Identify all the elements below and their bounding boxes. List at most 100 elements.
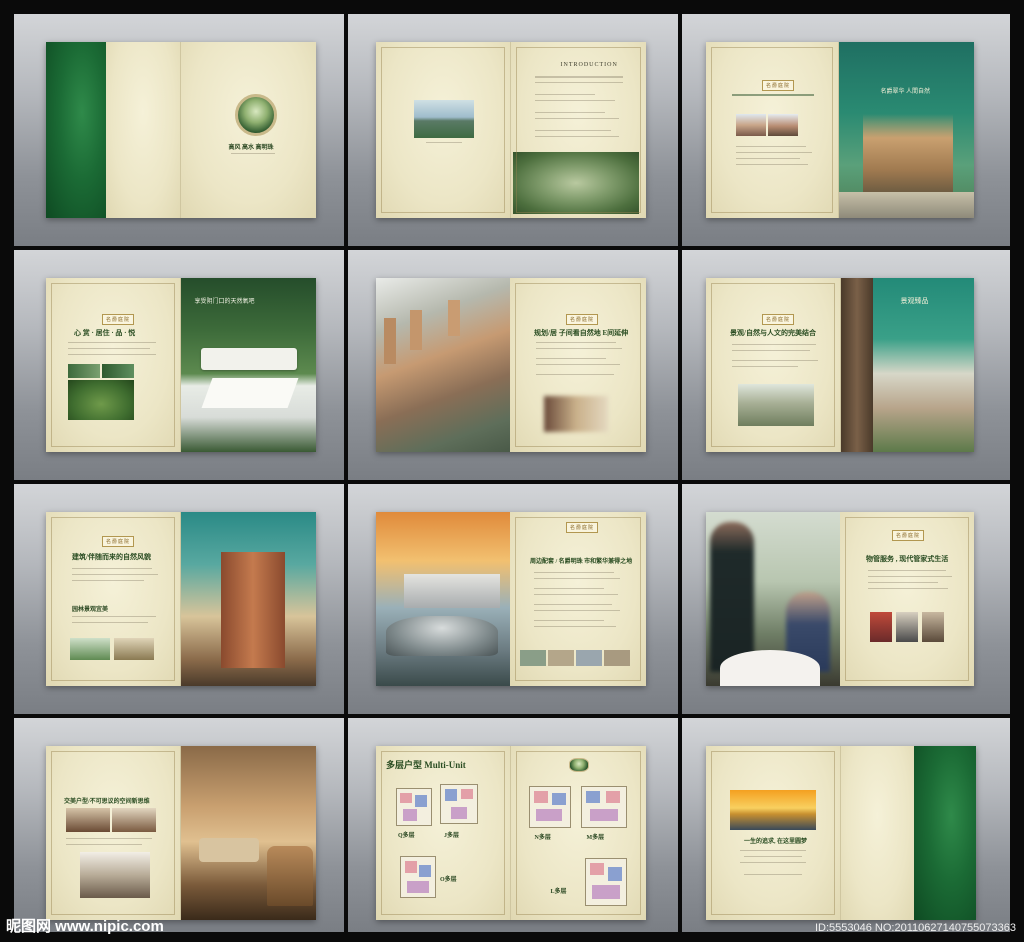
planning-line-1 — [536, 342, 616, 343]
service-badge: 名爵庭院 — [892, 530, 925, 541]
waiter-figure — [710, 522, 754, 672]
surroundings-line-5 — [534, 604, 612, 605]
intro-right-page: INTRODUCTION — [510, 42, 646, 218]
green-front-cover — [914, 746, 976, 920]
forest-room-page: 享受阴门口的天然氧吧 — [180, 278, 316, 452]
living-line-1 — [68, 342, 156, 343]
interior-heading: 交美户型/不可思议的空间新思维 — [64, 799, 150, 805]
forest-room-title: 享受阴门口的天然氧吧 — [194, 299, 255, 305]
entrance-heading-line — [732, 94, 814, 96]
white-sofa — [200, 348, 297, 370]
floorplans-right-page: N多层 M多层 L多层 — [510, 746, 646, 920]
floorplans-logo-icon — [568, 758, 589, 772]
dining-photo-page — [706, 512, 840, 686]
cell-interior: 交美户型/不可思议的空间新思维 — [14, 718, 344, 932]
lake-caption — [426, 142, 462, 143]
intro-heading: INTRODUCTION — [560, 62, 618, 68]
arch-thumb-2 — [114, 638, 154, 660]
townhouse-photo-1 — [736, 114, 766, 136]
cell-planning: 名爵庭院 规划/居 子间看自然地 E间延伸 — [348, 250, 678, 480]
cell-floorplans: 多层户型 Multi-Unit Q多层 J多层 O多层 N多层 M多层 L多层 — [348, 718, 678, 932]
surroundings-line-3 — [534, 588, 604, 589]
watermark-id: ID:5553046 NO:20110627140755073363 — [814, 922, 1016, 934]
floorplan-q — [396, 788, 432, 826]
surroundings-line-6 — [534, 610, 620, 611]
living-line-2 — [68, 348, 150, 349]
floorplan-j — [440, 784, 478, 824]
entrance-right-title: 名爵翠华 人間自然 — [880, 89, 931, 95]
service-line-4 — [868, 588, 948, 589]
service-right-page: 名爵庭院 物管服务 , 现代管家式生活 — [840, 512, 974, 686]
intro-line-2 — [534, 82, 623, 83]
service-thumb-3 — [922, 612, 944, 642]
planning-line-3 — [536, 358, 606, 359]
architecture-line-4 — [72, 616, 156, 617]
spread-planning: 名爵庭院 规划/居 子间看自然地 E间延伸 — [376, 278, 646, 452]
intro-line-6 — [534, 118, 619, 119]
spread-cover: 高风 高水 高明珠 — [46, 42, 316, 218]
architecture-heading: 建筑/伴随而来的自然风貌 — [72, 553, 151, 561]
surroundings-thumb-3 — [576, 650, 602, 666]
aerial-map-photo — [512, 152, 639, 214]
backcover-line-4 — [744, 874, 802, 875]
surroundings-thumb-2 — [548, 650, 574, 666]
intro-line-4 — [534, 100, 615, 101]
entrance-line-2 — [736, 152, 812, 153]
planning-line-2 — [536, 348, 622, 349]
floorplan-label-m: M多层 — [586, 835, 605, 841]
landscape-line-2 — [732, 350, 810, 351]
family-photo — [544, 396, 608, 432]
landscape-line-1 — [732, 344, 816, 345]
spread-architecture: 名爵庭院 建筑/伴随而来的自然风貌 园林景观宜美 — [46, 512, 316, 686]
cell-living: 名爵庭院 心 赏 · 居住 · 品 · 悦 享受阴门口的天然氧吧 — [14, 250, 344, 480]
cell-intro: INTRODUCTION — [348, 14, 678, 246]
cover-slogan: 高风 高水 高明珠 — [228, 145, 274, 151]
surroundings-line-4 — [534, 594, 618, 595]
entrance-left-page: 名爵庭院 — [706, 42, 839, 218]
townhouse-photo-2 — [768, 114, 798, 136]
spread-entrance: 名爵庭院 名爵翠华 人間自然 — [706, 42, 974, 218]
floorplan-n — [528, 786, 571, 828]
highrise-page — [180, 512, 316, 686]
bedroom-photo-1 — [66, 808, 110, 832]
aerial-render-page — [376, 278, 510, 452]
service-thumb-1 — [870, 612, 892, 642]
spread-landscape: 名爵庭院 景观/自然与人文的完美结合 景观臻品 — [706, 278, 974, 452]
entrance-line-4 — [736, 164, 808, 165]
backcover-heading: 一生的追求, 在这里圆梦 — [744, 839, 808, 845]
lake-photo — [414, 100, 474, 138]
floorplan-label-q: Q多层 — [398, 833, 415, 839]
interior-line-1 — [66, 838, 152, 839]
floorplans-left-page: 多层户型 Multi-Unit Q多层 J多层 O多层 — [376, 746, 511, 920]
surroundings-thumb-4 — [604, 650, 630, 666]
watermark-site: 昵图网 www.nipic.com — [6, 918, 164, 935]
surroundings-thumb-1 — [520, 650, 546, 666]
mall-render-page — [376, 512, 510, 686]
cell-entrance: 名爵庭院 名爵翠华 人間自然 — [682, 14, 1010, 246]
service-line-1 — [868, 570, 946, 571]
service-line-3 — [868, 582, 938, 583]
cover-logo-icon — [234, 94, 277, 136]
cell-backcover: 一生的追求, 在这里圆梦 — [682, 718, 1010, 932]
stone-pillar — [840, 278, 873, 452]
floorplan-o — [400, 856, 436, 898]
intro-line-5 — [534, 112, 605, 113]
cell-architecture: 名爵庭院 建筑/伴随而来的自然风貌 园林景观宜美 — [14, 484, 344, 714]
tower-3 — [448, 300, 460, 336]
service-thumb-2 — [896, 612, 918, 642]
surroundings-line-1 — [534, 572, 614, 573]
backcover-flap — [840, 746, 915, 920]
floorplan-m — [580, 786, 627, 828]
service-line-2 — [868, 576, 952, 577]
living-photo-1 — [68, 364, 100, 378]
plaza-photo — [838, 192, 974, 218]
spread-surroundings: 名爵庭院 周边配套 / 名爵明珠 市和繁华兼得之地 — [376, 512, 646, 686]
living-photo-2 — [102, 364, 134, 378]
tower-1 — [384, 318, 396, 364]
sofa-set — [198, 838, 259, 862]
surroundings-right-page: 名爵庭院 周边配套 / 名爵明珠 市和繁华兼得之地 — [510, 512, 646, 686]
armchair — [266, 846, 313, 906]
landscape-badge: 名爵庭院 — [762, 314, 795, 325]
planning-line-5 — [536, 374, 614, 375]
intro-line-7 — [534, 130, 611, 131]
